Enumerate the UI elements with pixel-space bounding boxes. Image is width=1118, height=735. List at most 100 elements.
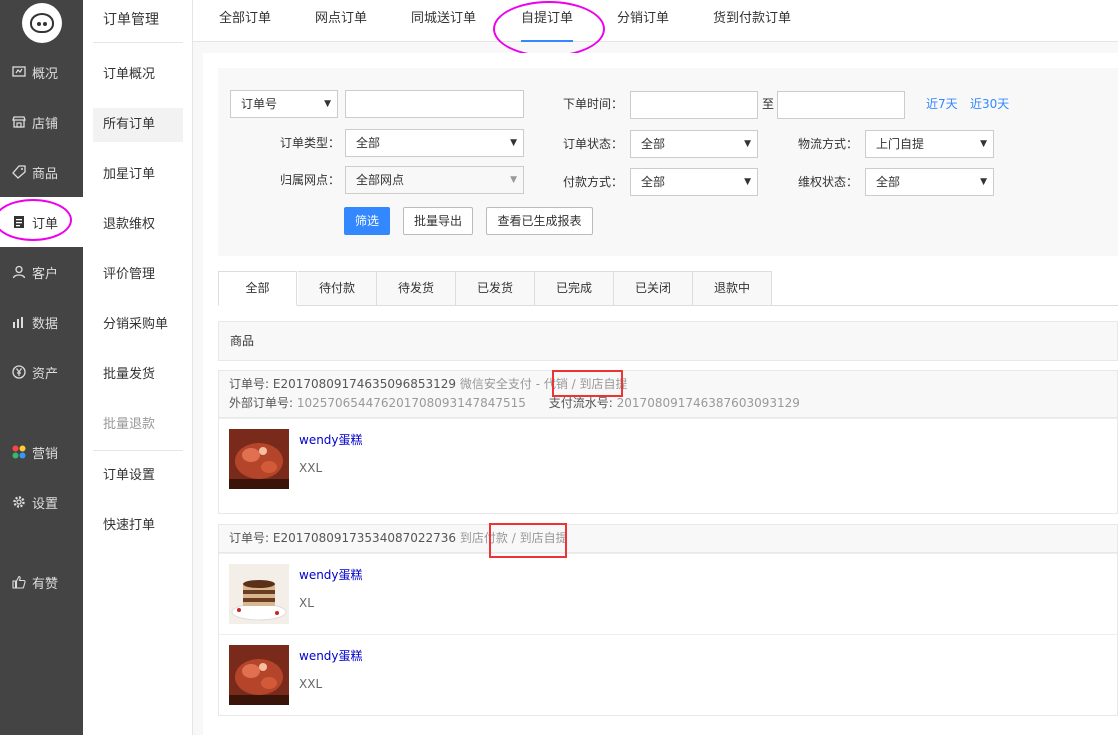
order-no-type-select[interactable]: 订单号 ▼ (230, 90, 338, 118)
store-icon (12, 115, 26, 129)
filter-panel: 订单号 ▼ 下单时间： 至 近7天 近30天 订单类型： 全部 ▼ 订单状态： 全部… (218, 68, 1118, 256)
table-header: 商品 (218, 321, 1118, 361)
payment-method-label: 付款方式： (562, 175, 623, 189)
subnav-item-quick-print[interactable]: 快速打单 (93, 509, 183, 543)
tab-cod-orders[interactable]: 货到付款订单 (713, 0, 791, 42)
order-time-label: 下单时间： (562, 97, 623, 111)
user-icon (12, 265, 26, 279)
view-reports-button[interactable]: 查看已生成报表 (486, 207, 593, 235)
sidebar-item-customers[interactable]: 客户 (0, 247, 83, 297)
cake-red-image (229, 429, 289, 489)
last-7-days-link[interactable]: 近7天 (926, 90, 958, 118)
sidebar-item-data[interactable]: 数据 (0, 297, 83, 347)
chevron-down-icon: ▼ (324, 99, 331, 109)
subnav-item-starred[interactable]: 加星订单 (93, 158, 183, 192)
sub-nav: 订单管理 订单概况 所有订单 加星订单 退款维权 评价管理 分销采购单 批量发货… (83, 0, 193, 735)
order-no-input[interactable] (345, 90, 524, 118)
outlet-label: 归属网点： (279, 173, 340, 187)
sidebar-item-youzan[interactable]: 有赞 (0, 557, 83, 607)
tag-icon (12, 165, 26, 179)
tab-distribution-orders[interactable]: 分销订单 (617, 0, 669, 42)
sidebar-item-overview[interactable]: 概况 (0, 47, 83, 97)
status-tabs: 全部 待付款 待发货 已发货 已完成 已关闭 退款中 (218, 271, 1118, 306)
annotation-box-pickup (552, 370, 623, 397)
order-header: 订单号: E20170809173534087022736 到店付款 / 到店自… (219, 525, 1117, 553)
chart-icon (12, 315, 26, 329)
order-status-label: 订单状态： (562, 137, 623, 151)
subnav-item-all-orders[interactable]: 所有订单 (93, 108, 183, 142)
list-item: wendy蛋糕 XXL (219, 634, 1117, 715)
list-item: wendy蛋糕 XXL (219, 418, 1117, 513)
sidebar-item-marketing[interactable]: 营销 (0, 427, 83, 477)
status-tab-pending-shipment[interactable]: 待发货 (377, 271, 456, 306)
sidebar-item-store[interactable]: 店铺 (0, 97, 83, 147)
chevron-down-icon: ▼ (510, 138, 517, 148)
start-time-input[interactable] (630, 91, 758, 119)
cake-tiramisu-image (229, 564, 289, 624)
subnav-item-batch-ship[interactable]: 批量发货 (93, 358, 183, 392)
status-tab-pending-payment[interactable]: 待付款 (298, 271, 377, 306)
overview-icon (12, 65, 26, 79)
subnav-item-reviews[interactable]: 评价管理 (93, 258, 183, 292)
payment-serial-number: 2017080917463876030931​29 (616, 396, 800, 410)
cake-red-image (229, 645, 289, 705)
annotation-box-pickup (489, 523, 567, 558)
subnav-item-batch-refund[interactable]: 批量退款 (93, 408, 183, 442)
column-header-goods: 商品 (230, 334, 255, 348)
status-tab-refunding[interactable]: 退款中 (693, 271, 772, 306)
logo[interactable] (21, 3, 62, 43)
subnav-item-refunds[interactable]: 退款维权 (93, 208, 183, 242)
subnav-item-overview[interactable]: 订单概况 (93, 58, 183, 92)
logistics-select[interactable]: 上门自提 ▼ (865, 130, 994, 158)
tab-all-orders[interactable]: 全部订单 (219, 0, 271, 42)
end-time-input[interactable] (777, 91, 905, 119)
product-name-link[interactable]: wendy蛋糕 (299, 647, 363, 664)
tab-local-delivery-orders[interactable]: 同城送订单 (411, 0, 476, 42)
sidebar-item-settings[interactable]: 设置 (0, 477, 83, 527)
product-sku: XXL (299, 461, 323, 475)
status-tab-closed[interactable]: 已关闭 (614, 271, 693, 306)
sidebar-item-assets[interactable]: 资产 (0, 347, 83, 397)
subnav-title: 订单管理 (103, 12, 159, 28)
status-tab-completed[interactable]: 已完成 (535, 271, 614, 306)
apps-icon (12, 445, 26, 459)
order-card: 订单号: E20170809174635096853129 微信安全支付 - 代… (218, 370, 1118, 514)
filter-button[interactable]: 筛选 (344, 207, 390, 235)
top-tabs: 全部订单 网点订单 同城送订单 自提订单 分销订单 货到付款订单 (193, 0, 1118, 42)
main-sidebar: 概况 店铺 商品 订单 客户 数据 资产 营销 设置 有赞 (0, 0, 83, 735)
divider (93, 42, 183, 43)
last-30-days-link[interactable]: 近30天 (970, 90, 1009, 118)
payment-method-select[interactable]: 全部 ▼ (630, 168, 758, 196)
chevron-down-icon: ▼ (744, 139, 751, 149)
status-tab-shipped[interactable]: 已发货 (456, 271, 535, 306)
status-tab-all[interactable]: 全部 (218, 271, 297, 306)
rights-status-label: 维权状态： (797, 175, 858, 189)
subnav-item-distribution-purchase[interactable]: 分销采购单 (93, 308, 183, 342)
order-status-select[interactable]: 全部 ▼ (630, 130, 758, 158)
chevron-down-icon: ▼ (744, 177, 751, 187)
product-sku: XL (299, 596, 314, 610)
divider (93, 450, 183, 451)
sidebar-item-goods[interactable]: 商品 (0, 147, 83, 197)
product-name-link[interactable]: wendy蛋糕 (299, 431, 363, 448)
thumbs-up-icon (12, 575, 26, 589)
external-order-number: 1025706544762017080931478475​15 (296, 396, 526, 410)
order-type-select[interactable]: 全部 ▼ (345, 129, 524, 157)
yen-icon (12, 365, 26, 379)
logistics-label: 物流方式： (797, 137, 858, 151)
product-name-link[interactable]: wendy蛋糕 (299, 566, 363, 583)
rights-status-select[interactable]: 全部 ▼ (865, 168, 994, 196)
main-content: 订单号 ▼ 下单时间： 至 近7天 近30天 订单类型： 全部 ▼ 订单状态： 全部… (203, 53, 1118, 735)
outlet-select[interactable]: 全部网点 ▼ (345, 166, 524, 194)
gear-icon (12, 495, 26, 509)
tab-outlet-orders[interactable]: 网点订单 (315, 0, 367, 42)
chevron-down-icon: ▼ (980, 139, 987, 149)
to-label: 至 (761, 97, 774, 111)
chevron-down-icon: ▼ (510, 175, 517, 185)
order-card: 订单号: E20170809173534087022736 到店付款 / 到店自… (218, 524, 1118, 716)
order-type-label: 订单类型： (279, 136, 340, 150)
subnav-item-order-settings[interactable]: 订单设置 (93, 459, 183, 493)
chevron-down-icon: ▼ (980, 177, 987, 187)
list-item: wendy蛋糕 XL (219, 553, 1117, 634)
batch-export-button[interactable]: 批量导出 (403, 207, 473, 235)
